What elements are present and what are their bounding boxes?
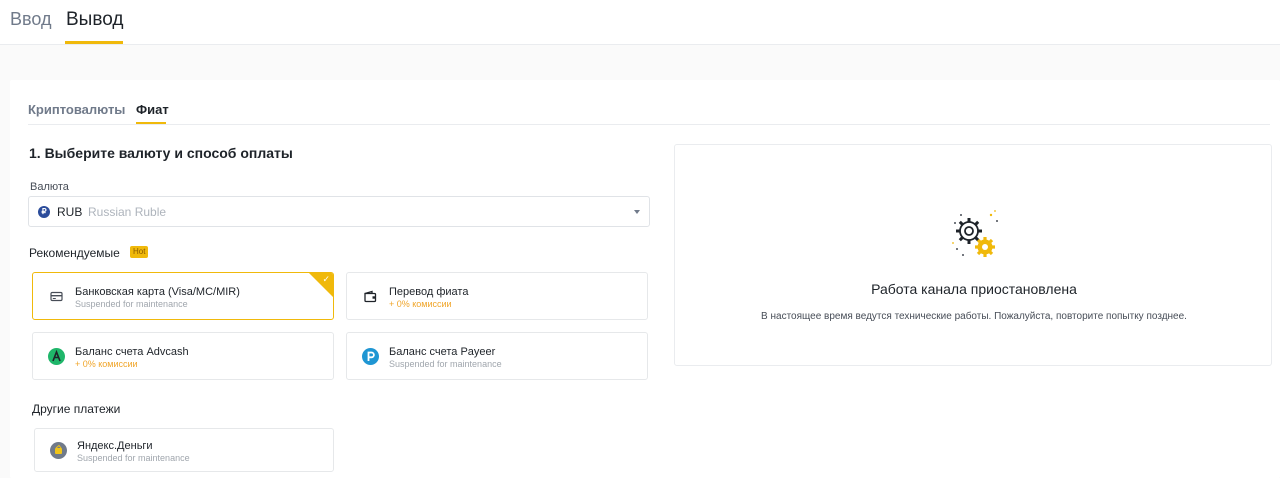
method-bank-card[interactable]: Банковская карта (Visa/MC/MIR) Suspended… <box>32 272 334 320</box>
method-name: Банковская карта (Visa/MC/MIR) <box>75 286 240 298</box>
step-title: 1. Выберите валюту и способ оплаты <box>29 145 293 161</box>
advcash-icon <box>48 348 65 365</box>
method-commission: + 0% комиссии <box>75 359 138 369</box>
method-name: Перевод фиата <box>389 286 469 298</box>
method-yandex-money[interactable]: Яндекс.Деньги Suspended for maintenance <box>34 428 334 472</box>
method-status: Suspended for maintenance <box>389 359 502 369</box>
bank-card-icon <box>50 291 63 302</box>
other-payments-label: Другие платежи <box>32 402 121 416</box>
method-payeer[interactable]: Баланс счета Payeer Suspended for mainte… <box>346 332 648 380</box>
tab-withdraw[interactable]: Вывод <box>66 9 123 31</box>
sub-tabs: Криптовалюты Фиат <box>28 100 1270 125</box>
channel-status-box: Работа канала приостановлена В настоящее… <box>674 144 1272 366</box>
method-name: Баланс счета Advcash <box>75 346 189 358</box>
currency-name: Russian Ruble <box>88 205 167 219</box>
wallet-icon <box>364 290 377 303</box>
method-commission: + 0% комиссии <box>389 299 452 309</box>
tab-deposit[interactable]: Ввод <box>10 9 51 30</box>
currency-code: RUB <box>57 205 83 219</box>
yandex-money-icon <box>50 442 67 459</box>
check-icon: ✓ <box>322 274 330 284</box>
payeer-icon <box>362 348 379 365</box>
method-fiat-transfer[interactable]: Перевод фиата + 0% комиссии <box>346 272 648 320</box>
recommended-label: Рекомендуемые <box>29 246 120 260</box>
method-advcash[interactable]: Баланс счета Advcash + 0% комиссии <box>32 332 334 380</box>
method-status: Suspended for maintenance <box>77 453 190 463</box>
hot-badge: Hot <box>130 246 149 258</box>
method-name: Баланс счета Payeer <box>389 346 496 358</box>
currency-label: Валюта <box>30 181 69 193</box>
top-tabs: Ввод Вывод <box>0 0 1280 45</box>
active-tab-indicator <box>65 41 123 44</box>
method-status: Suspended for maintenance <box>75 299 188 309</box>
sub-tab-indicator <box>136 122 166 124</box>
status-message: В настоящее время ведутся технические ра… <box>761 311 1187 322</box>
currency-select[interactable]: ₽ RUB Russian Ruble <box>28 196 650 227</box>
chevron-down-icon <box>634 210 640 214</box>
tab-crypto[interactable]: Криптовалюты <box>28 102 125 117</box>
ruble-icon: ₽ <box>38 206 50 218</box>
status-title: Работа канала приостановлена <box>871 281 1077 297</box>
tab-fiat[interactable]: Фиат <box>136 102 169 117</box>
withdraw-panel: Криптовалюты Фиат 1. Выберите валюту и с… <box>10 80 1280 478</box>
gears-icon <box>952 210 998 257</box>
method-name: Яндекс.Деньги <box>77 440 153 452</box>
